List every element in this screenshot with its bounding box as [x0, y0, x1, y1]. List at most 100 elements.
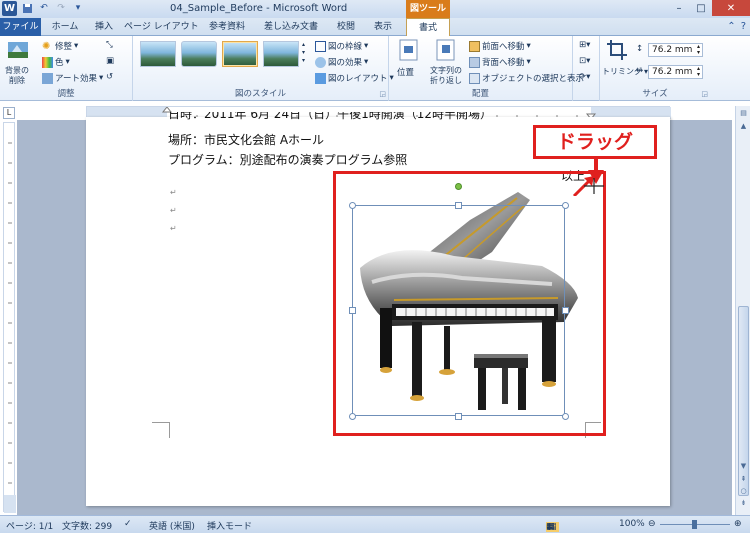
title-bar: W ↶ ↷ ▾ 04_Sample_Before - Microsoft Wor…: [0, 0, 750, 18]
group-size: トリミング ▾ ↕ 76.2 mm ▴ ▾ ↔ 76.2 mm ▴ ▾ サイズ ◲: [600, 36, 710, 101]
width-icon: ↔: [636, 66, 644, 76]
page-count[interactable]: ページ: 1/1: [6, 519, 53, 532]
group-label-arrange: 配置: [471, 89, 489, 99]
zoom-out-icon[interactable]: ⊖: [648, 519, 656, 529]
group-label-size: サイズ: [642, 89, 668, 99]
artistic-effects-icon: [42, 72, 53, 84]
styles-more-icon[interactable]: ▴ ▾ ▾: [302, 41, 305, 65]
highlight-frame: [333, 171, 606, 436]
zoom-level[interactable]: 100%: [619, 519, 645, 529]
wrap-text-button[interactable]: 文字列の折り返し: [427, 66, 465, 86]
style-thumbnail-1[interactable]: [140, 41, 176, 67]
selection-pane-icon: [469, 72, 480, 84]
tab-mailings[interactable]: 差し込み文書: [257, 18, 325, 36]
bring-forward-button[interactable]: 前面へ移動 ▾: [469, 40, 531, 52]
change-picture-icon[interactable]: ▣: [106, 56, 114, 66]
customize-qat-icon[interactable]: ▾: [71, 1, 85, 15]
quick-access-toolbar: W ↶ ↷ ▾: [2, 1, 85, 16]
height-input[interactable]: 76.2 mm ▴ ▾: [648, 43, 703, 57]
group-adjust: 背景の削除 ✺ 修整 ▾ 色 ▾ アート効果 ▾ ⤡ ▣ ↺ 調整: [0, 36, 133, 101]
artistic-effects-button[interactable]: アート効果 ▾: [42, 72, 103, 84]
ribbon-tabs: ファイル ホーム 挿入 ページ レイアウト 参考資料 差し込み文書 校閲 表示 …: [0, 18, 750, 37]
zoom-in-icon[interactable]: ⊕: [734, 519, 742, 529]
style-thumbnail-3[interactable]: [222, 41, 258, 67]
tab-page-layout[interactable]: ページ レイアウト: [124, 18, 199, 36]
border-icon: [315, 40, 326, 52]
group-label-styles: 図のスタイル: [234, 89, 286, 99]
send-backward-button[interactable]: 背面へ移動 ▾: [469, 56, 531, 68]
layout-icon: [315, 72, 326, 84]
tab-selector-icon[interactable]: L: [3, 107, 15, 119]
proofing-icon[interactable]: ✓: [124, 519, 132, 529]
picture-border-button[interactable]: 図の枠線 ▾: [315, 40, 368, 52]
selection-pane-button[interactable]: オブジェクトの選択と表示: [469, 72, 584, 84]
tab-insert[interactable]: 挿入: [88, 18, 120, 36]
word-logo-icon[interactable]: W: [2, 1, 17, 16]
vertical-ruler[interactable]: [3, 122, 16, 513]
bring-forward-icon: [469, 40, 480, 52]
scroll-up-icon[interactable]: ▲: [738, 121, 749, 132]
align-icon[interactable]: ⊞▾: [579, 40, 590, 50]
language-indicator[interactable]: 英語 (米国): [149, 519, 195, 532]
width-input[interactable]: 76.2 mm ▴ ▾: [648, 65, 703, 79]
effects-icon: [315, 56, 326, 68]
style-thumbnail-2[interactable]: [181, 41, 217, 67]
draft-icon[interactable]: ▭: [546, 522, 555, 532]
vertical-scrollbar[interactable]: ▤ ▲ ▼ ⇞ ○ ⇟: [735, 106, 750, 515]
group-align: ⊞▾ ⊡▾ ⟳▾: [573, 36, 600, 101]
scroll-down-icon[interactable]: ▼: [738, 461, 749, 472]
drag-arrow-icon: [572, 159, 604, 196]
height-icon: ↕: [636, 44, 644, 54]
redo-icon[interactable]: ↷: [54, 1, 68, 15]
insert-mode-indicator[interactable]: 挿入モード: [207, 519, 252, 532]
help-icon[interactable]: ?: [741, 21, 746, 32]
maximize-icon[interactable]: □: [690, 0, 712, 16]
document-line-venue[interactable]: 場所：市民文化会館 Aホール: [168, 131, 324, 148]
window-title: 04_Sample_Before - Microsoft Word: [170, 3, 348, 14]
paragraph-mark: ↵: [170, 188, 177, 197]
position-icon: [399, 39, 423, 61]
document-line-program[interactable]: プログラム：別途配布の演奏プログラム参照: [168, 151, 407, 168]
browse-object-icon[interactable]: ○: [738, 486, 749, 497]
save-icon[interactable]: [20, 1, 34, 15]
drag-callout: ドラッグ: [533, 125, 657, 159]
group-label-adjust: 調整: [57, 89, 75, 99]
rotate-icon[interactable]: ⟳▾: [579, 72, 590, 82]
ruler-toggle-icon[interactable]: ▤: [738, 108, 749, 119]
compress-pictures-icon[interactable]: ⤡: [106, 40, 113, 50]
close-icon[interactable]: ✕: [712, 0, 750, 16]
zoom-slider-thumb[interactable]: [692, 520, 697, 529]
dialog-launcher-icon[interactable]: ◲: [379, 90, 386, 98]
picture-tools-context: 図ツール: [406, 0, 450, 18]
style-thumbnail-4[interactable]: [263, 41, 299, 67]
crop-icon: [606, 39, 630, 61]
minimize-ribbon-icon[interactable]: ⌃: [727, 21, 735, 32]
previous-page-icon[interactable]: ⇞: [738, 474, 749, 485]
document-line-date[interactable]: 日時：2011年 6月 24日（日）午後1時開演（12時半開場）: [168, 112, 492, 120]
reset-picture-icon[interactable]: ↺: [106, 72, 113, 82]
group-arrange: 位置 文字列の折り返し 前面へ移動 ▾ 背面へ移動 ▾ オブジェクトの選択と表示 配…: [389, 36, 584, 101]
corrections-button[interactable]: ✺ 修整 ▾: [42, 40, 78, 53]
remove-background-button[interactable]: 背景の削除: [2, 66, 32, 86]
position-button[interactable]: 位置: [397, 66, 414, 78]
picture-effects-button[interactable]: 図の効果 ▾: [315, 56, 368, 68]
color-palette-icon: [42, 56, 53, 68]
tab-references[interactable]: 参考資料: [203, 18, 251, 36]
group-picture-styles: ▴ ▾ ▾ 図の枠線 ▾ 図の効果 ▾ 図のレイアウト ▾ 図のスタイル ◲: [133, 36, 394, 101]
next-page-icon[interactable]: ⇟: [738, 498, 749, 509]
size-dialog-launcher-icon[interactable]: ◲: [701, 90, 708, 98]
color-button[interactable]: 色 ▾: [42, 56, 70, 68]
picture-layout-button[interactable]: 図のレイアウト ▾: [315, 72, 394, 84]
undo-icon[interactable]: ↶: [37, 1, 51, 15]
ribbon: 背景の削除 ✺ 修整 ▾ 色 ▾ アート効果 ▾ ⤡ ▣ ↺ 調整 ▴ ▾ ▾ 図の枠線 ▾ …: [0, 36, 750, 101]
tab-review[interactable]: 校閲: [331, 18, 361, 36]
tab-format[interactable]: 書式: [406, 18, 450, 37]
tab-file[interactable]: ファイル: [0, 18, 41, 36]
paragraph-mark: ↵: [170, 206, 177, 215]
word-count[interactable]: 文字数: 299: [62, 519, 112, 532]
minimize-icon[interactable]: –: [668, 0, 690, 16]
group-objects-icon[interactable]: ⊡▾: [579, 56, 590, 66]
tab-view[interactable]: 表示: [367, 18, 399, 36]
tab-home[interactable]: ホーム: [46, 18, 84, 36]
remove-background-icon: [6, 40, 30, 62]
